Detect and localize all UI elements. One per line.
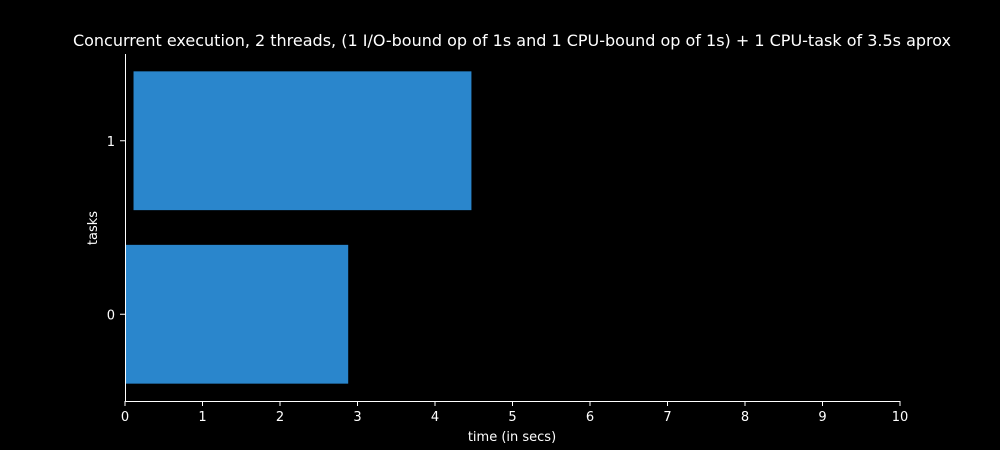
- x-tick-label: 0: [121, 410, 129, 425]
- x-tick-label: 5: [508, 410, 516, 425]
- x-tick-label: 10: [892, 410, 909, 425]
- x-tick-label: 6: [586, 410, 594, 425]
- x-tick-label: 9: [818, 410, 826, 425]
- chart-title: Concurrent execution, 2 threads, (1 I/O-…: [73, 31, 951, 50]
- bar-task-1: [133, 71, 472, 211]
- x-tick-label: 7: [663, 410, 671, 425]
- x-axis-label: time (in secs): [468, 430, 556, 445]
- chart: Concurrent execution, 2 threads, (1 I/O-…: [0, 0, 1000, 450]
- y-tick-label: 0: [107, 308, 115, 323]
- bar-task-0: [125, 244, 349, 384]
- y-axis-label: tasks: [86, 211, 101, 245]
- x-tick-label: 4: [431, 410, 439, 425]
- x-tick-label: 3: [353, 410, 361, 425]
- y-tick-label: 1: [107, 135, 115, 150]
- x-tick-label: 1: [198, 410, 206, 425]
- x-tick-label: 8: [741, 410, 749, 425]
- x-tick-label: 2: [276, 410, 284, 425]
